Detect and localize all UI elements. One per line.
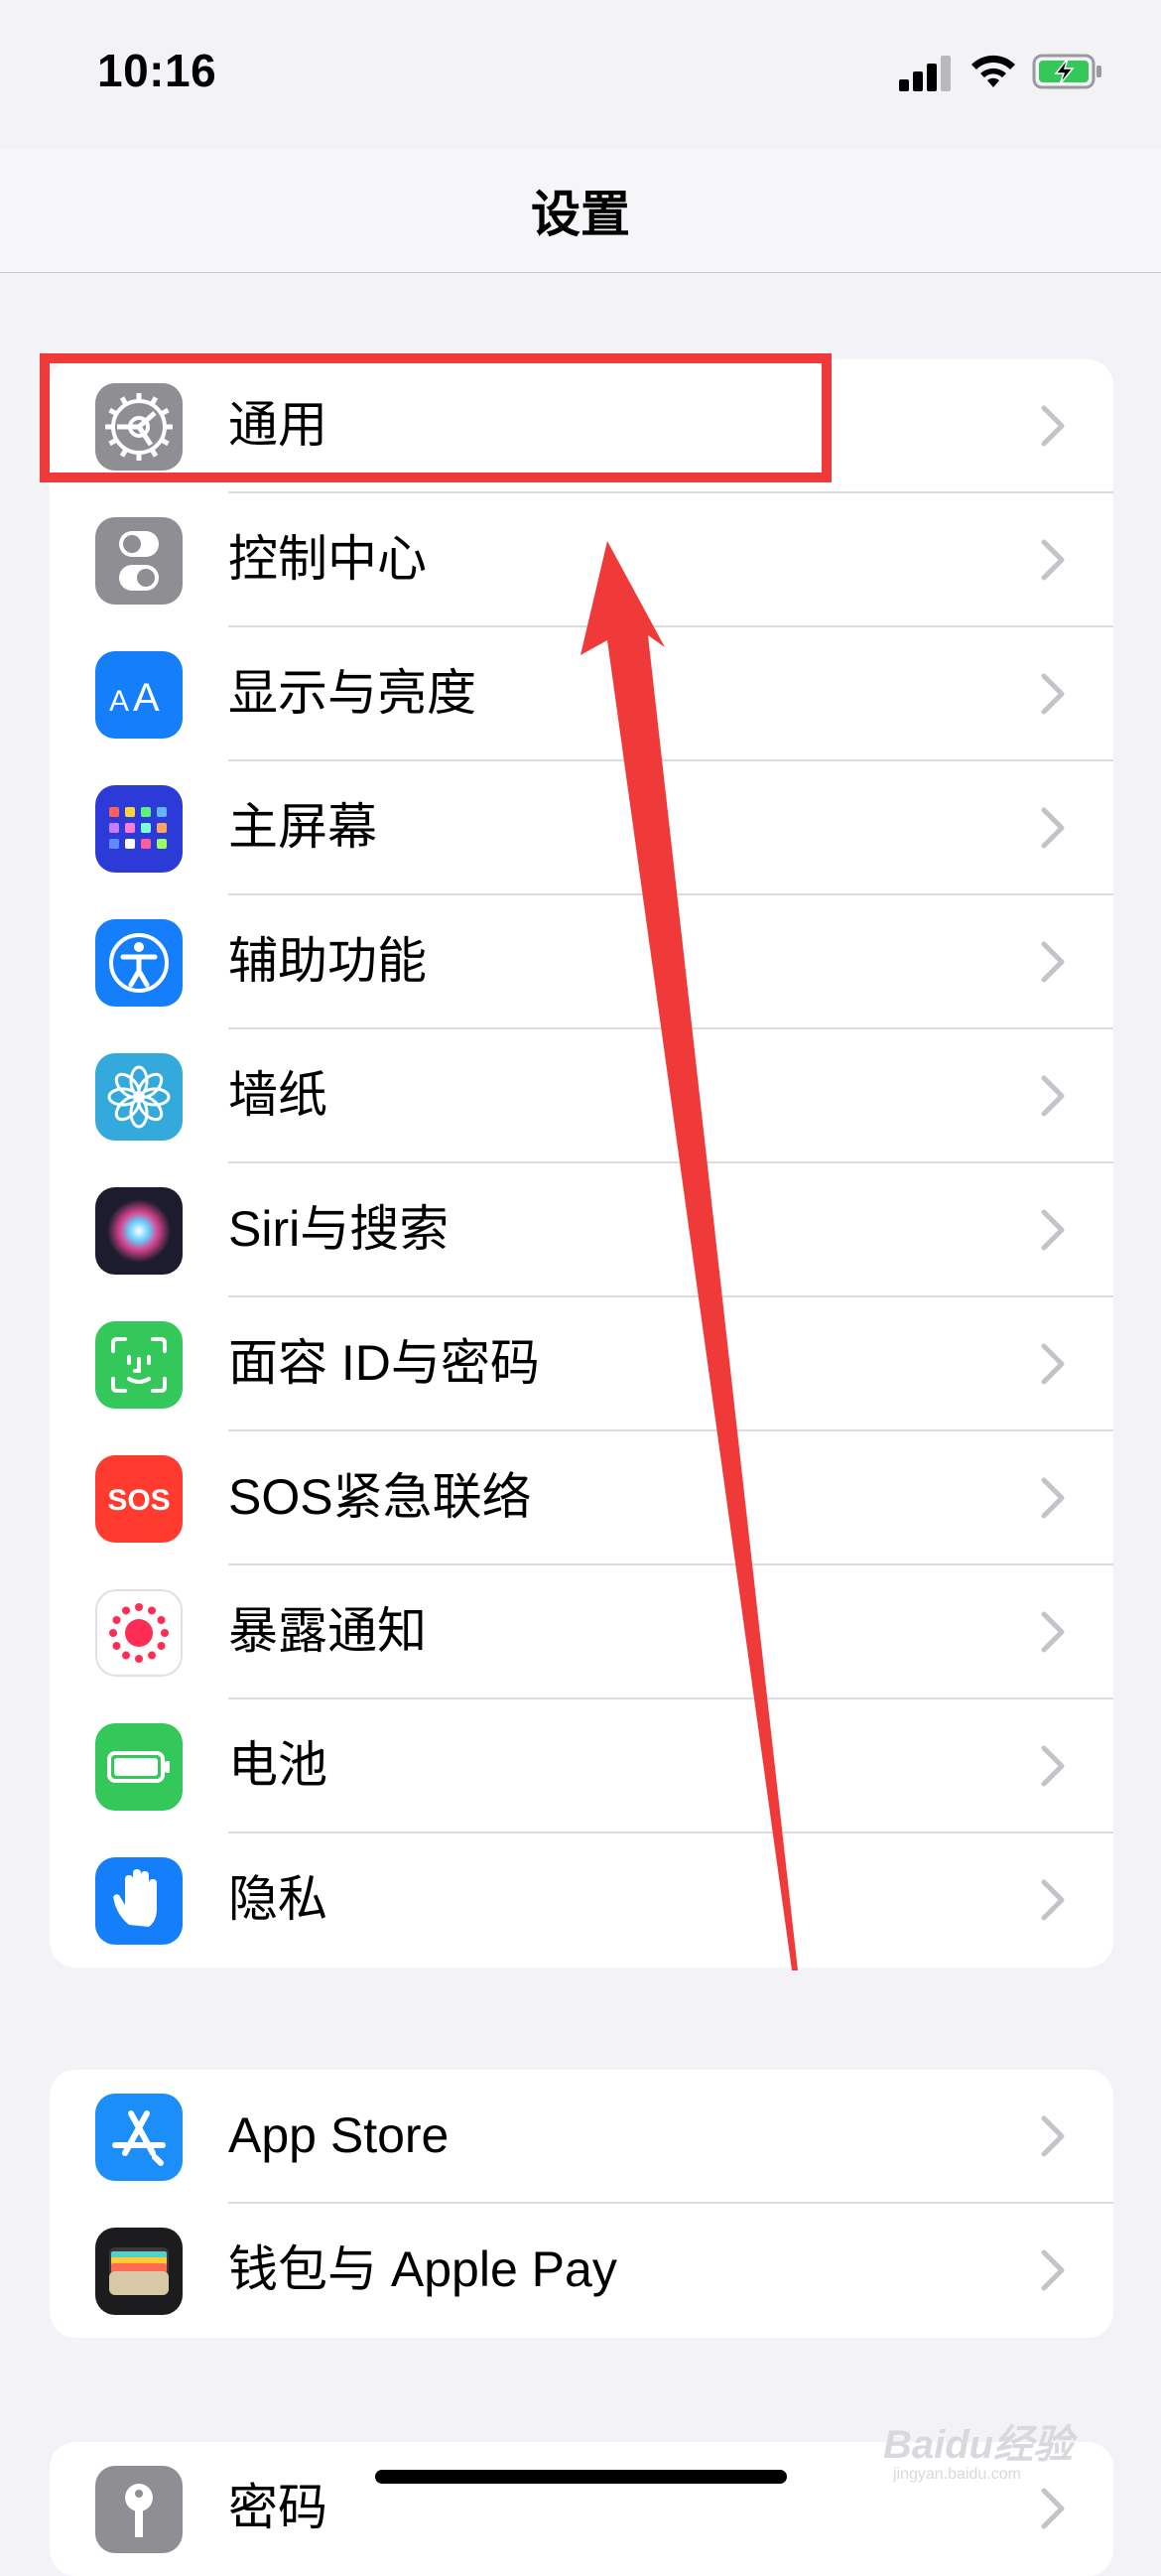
chevron-right-icon [1038, 672, 1068, 716]
home-grid-icon [95, 785, 183, 873]
row-label: Siri与搜索 [228, 1201, 450, 1257]
annotation-highlight-box [40, 353, 832, 482]
row-label: App Store [228, 2107, 450, 2163]
switches-icon [95, 517, 183, 605]
general-row-4[interactable]: 辅助功能 [50, 895, 1113, 1029]
row-label: 显示与亮度 [228, 665, 476, 721]
chevron-right-icon [1038, 404, 1068, 448]
status-time: 10:16 [97, 45, 217, 96]
apps-row-1[interactable]: 钱包与 Apple Pay [50, 2204, 1113, 2338]
settings-group-apps: App Store 钱包与 Apple Pay [50, 2070, 1113, 2338]
row-label: SOS紧急联络 [228, 1469, 532, 1525]
settings-group-main: 通用 控制中心 A A 显示与亮度 主屏幕 辅助功能 墙纸 Siri与搜索 面容 ID与密码 SOS… [50, 359, 1113, 1967]
chevron-right-icon [1038, 1208, 1068, 1252]
home-indicator[interactable] [375, 2470, 787, 2484]
row-label: 钱包与 Apple Pay [228, 2241, 617, 2297]
chevron-right-icon [1038, 538, 1068, 582]
chevron-right-icon [1038, 2114, 1068, 2158]
hand-icon [95, 1857, 183, 1945]
siri-icon [95, 1187, 183, 1275]
general-row-5[interactable]: 墙纸 [50, 1029, 1113, 1163]
row-label: 墙纸 [228, 1067, 327, 1123]
general-row-2[interactable]: A A 显示与亮度 [50, 627, 1113, 761]
svg-text:A: A [109, 685, 129, 718]
cellular-signal-icon [899, 52, 951, 91]
wifi-icon [971, 55, 1015, 87]
chevron-right-icon [1038, 1074, 1068, 1118]
chevron-right-icon [1038, 1878, 1068, 1922]
general-row-3[interactable]: 主屏幕 [50, 761, 1113, 895]
face-id-icon [95, 1321, 183, 1409]
general-row-10[interactable]: 电池 [50, 1699, 1113, 1833]
row-label: 暴露通知 [228, 1603, 427, 1659]
general-row-11[interactable]: 隐私 [50, 1833, 1113, 1967]
general-row-7[interactable]: 面容 ID与密码 [50, 1297, 1113, 1431]
general-row-9[interactable]: 暴露通知 [50, 1565, 1113, 1699]
chevron-right-icon [1038, 1476, 1068, 1520]
flower-icon [95, 1053, 183, 1141]
status-bar: 10:16 [0, 0, 1161, 149]
row-label: 控制中心 [228, 531, 427, 587]
general-row-1[interactable]: 控制中心 [50, 493, 1113, 627]
row-label: 面容 ID与密码 [228, 1335, 540, 1391]
text-size-icon: AA [95, 651, 183, 739]
page-title: 设置 [531, 187, 630, 242]
row-label: 隐私 [228, 1871, 327, 1927]
watermark-subtext: jingyan.baidu.com [893, 2466, 1021, 2483]
chevron-right-icon [1038, 1342, 1068, 1386]
sos-icon: SOS [95, 1455, 183, 1543]
chevron-right-icon [1038, 940, 1068, 984]
battery-charging-icon [1032, 54, 1101, 89]
general-row-8[interactable]: SOS SOS紧急联络 [50, 1431, 1113, 1565]
row-label: 密码 [228, 2480, 327, 2535]
key-icon [95, 2466, 183, 2553]
watermark: Baidu经验 jingyan.baidu.com [883, 2402, 1121, 2492]
svg-text:A: A [133, 676, 160, 720]
battery-icon [95, 1723, 183, 1811]
chevron-right-icon [1038, 806, 1068, 850]
chevron-right-icon [1038, 1610, 1068, 1654]
row-label: 主屏幕 [228, 799, 377, 855]
row-label: 辅助功能 [228, 933, 427, 989]
app-store-icon [95, 2094, 183, 2181]
chevron-right-icon [1038, 1744, 1068, 1788]
row-label: 电池 [228, 1737, 327, 1793]
watermark-text: Baidu经验 [883, 2423, 1074, 2467]
general-row-6[interactable]: Siri与搜索 [50, 1163, 1113, 1297]
apps-row-0[interactable]: App Store [50, 2070, 1113, 2204]
svg-text:SOS: SOS [107, 1484, 170, 1517]
navigation-bar: 设置 [0, 149, 1161, 273]
accessibility-icon [95, 919, 183, 1007]
wallet-icon [95, 2228, 183, 2315]
exposure-icon [95, 1589, 183, 1677]
chevron-right-icon [1038, 2487, 1068, 2530]
chevron-right-icon [1038, 2248, 1068, 2292]
